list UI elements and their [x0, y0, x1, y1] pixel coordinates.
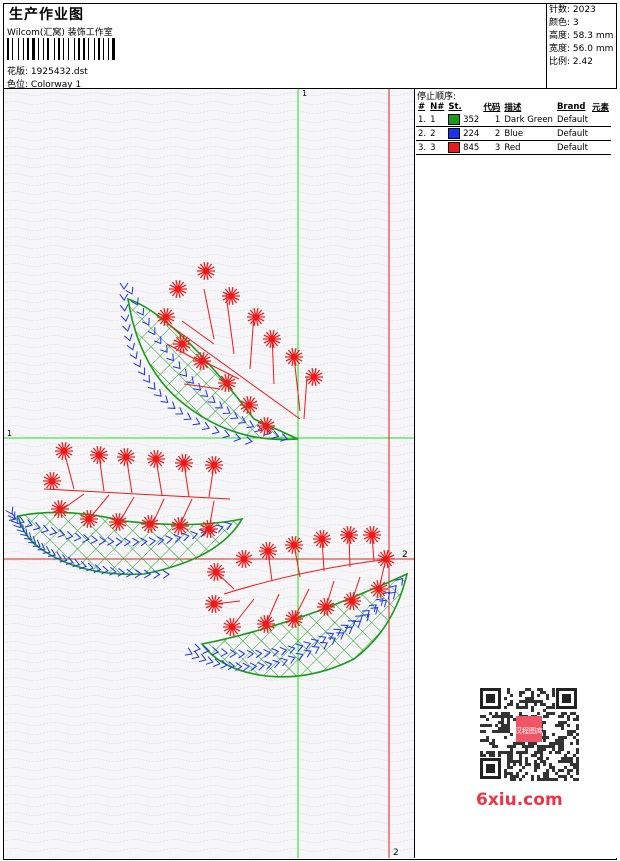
file-label: 花版: — [7, 67, 29, 77]
design-canvas[interactable]: 1 1 2 2 — [4, 89, 414, 858]
guide-label-red-v: 2 — [393, 848, 399, 858]
studio-name: Wilcom(汇窝) 装饰工作室 — [7, 28, 113, 38]
stat-height: 高度: 58.3 mm — [549, 31, 614, 41]
col-code: 代码 — [483, 102, 501, 113]
col-index: # — [418, 101, 426, 112]
header-info: 生产作业图 Wilcom(汇窝) 装饰工作室 花版: 1925432.dst 色… — [4, 4, 547, 90]
stat-stitches: 针数: 2023 — [549, 5, 596, 15]
thread-table-header: # N# St. 代码 描述 Brand 元素 — [416, 100, 611, 113]
watermark-stamp-text: 汉程图库 — [515, 726, 543, 735]
sheet-title: 生产作业图 — [9, 7, 84, 23]
color-swatch-red — [448, 142, 461, 153]
watermark-text: 6xiu.com — [476, 790, 563, 810]
file-line: 花版: 1925432.dst — [7, 64, 88, 77]
col-desc: 描述 — [504, 102, 522, 113]
thread-row[interactable]: 3. 3 845 3 Red Default — [416, 140, 612, 155]
col-n: N# — [430, 101, 445, 112]
stat-scale: 比例: 2.42 — [549, 57, 593, 67]
stats-panel: 针数: 2023 颜色: 3 高度: 58.3 mm 宽度: 56.0 mm 比… — [547, 4, 615, 88]
thread-row[interactable]: 2. 2 224 2 Blue Default — [416, 126, 612, 141]
guide-label-green-v: 1 — [302, 89, 307, 98]
embroidery-design: 1 1 2 2 — [4, 89, 414, 858]
guide-label-red-h: 2 — [402, 550, 408, 560]
stat-colors: 颜色: 3 — [549, 18, 579, 28]
col-brand: Brand — [556, 101, 586, 112]
watermark-qr: 汉程图库 6xiu.com — [470, 680, 588, 812]
background-texture — [4, 89, 414, 858]
stat-width: 宽度: 56.0 mm — [549, 44, 614, 54]
col-stitches: St. — [448, 101, 462, 112]
thread-row[interactable]: 1. 1 352 1 Dark Green Default — [416, 113, 612, 127]
thread-table: # N# St. 代码 描述 Brand 元素 1. 1 352 1 Dark … — [416, 100, 612, 155]
col-element: 元素 — [592, 102, 610, 113]
color-swatch-green — [448, 114, 461, 125]
guide-label-green-h: 1 — [7, 429, 12, 438]
barcode — [7, 38, 147, 60]
file-name: 1925432.dst — [30, 67, 88, 77]
color-swatch-blue — [448, 128, 461, 139]
qr-code-icon: 汉程图库 — [470, 680, 588, 788]
